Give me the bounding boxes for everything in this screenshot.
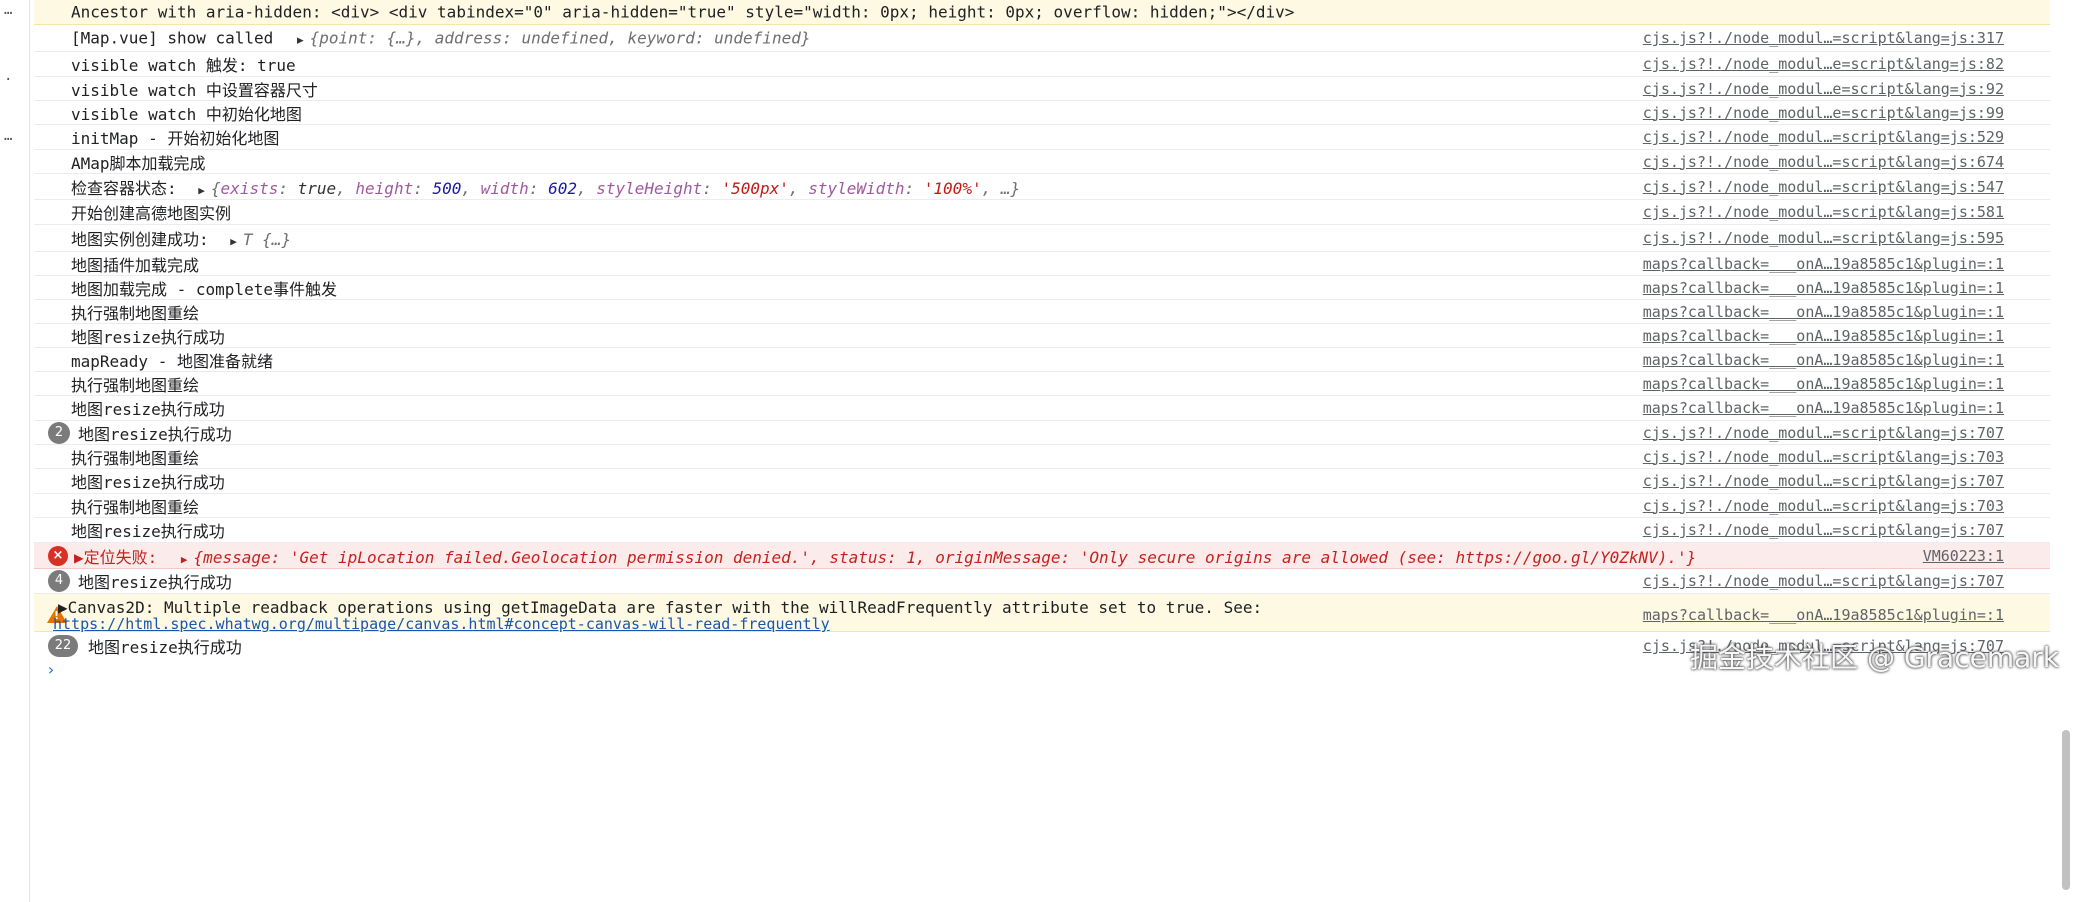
log-row-warning: ! ▶Canvas2D: Multiple readback operation… xyxy=(34,594,2050,633)
log-row: 地图resize执行成功 maps?callback=___onA…19a858… xyxy=(34,324,2050,348)
log-row: mapReady - 地图准备就绪 maps?callback=___onA…1… xyxy=(34,348,2050,372)
log-message: visible watch 中初始化地图 xyxy=(71,104,302,124)
error-icon: × xyxy=(48,545,68,566)
log-message: 地图插件加载完成 xyxy=(71,255,200,275)
source-link[interactable]: cjs.js?!./node_modul…=script&lang=js:529 xyxy=(1643,128,2004,146)
log-message: 检查容器状态: ▶ {exists: true, height: 500, wid… xyxy=(71,175,1020,199)
repeat-count-badge: 4 xyxy=(48,570,70,592)
log-text: 检查容器状态: xyxy=(71,178,177,198)
source-link[interactable]: cjs.js?!./node_modul…=script&lang=js:674 xyxy=(1643,153,2004,171)
source-link[interactable]: VM60223:1 xyxy=(1923,547,2004,565)
console-log: Ancestor with aria-hidden: <div> <div ta… xyxy=(34,0,2050,902)
log-message: 执行强制地图重绘 xyxy=(71,497,200,517)
console-prompt-icon[interactable]: › xyxy=(46,660,56,679)
log-row: 地图resize执行成功 maps?callback=___onA…19a858… xyxy=(34,396,2050,421)
source-link[interactable]: cjs.js?!./node_modul…=script&lang=js:707 xyxy=(1643,472,2004,490)
repeat-count-badge: 22 xyxy=(48,635,78,657)
source-link[interactable]: cjs.js?!./node_modul…e=script&lang=js:99 xyxy=(1643,104,2004,122)
log-object[interactable]: T {…} xyxy=(243,230,291,249)
source-link[interactable]: cjs.js?!./node_modul…e=script&lang=js:82 xyxy=(1643,55,2004,73)
expand-triangle-icon[interactable]: ▶ xyxy=(297,34,304,47)
expand-triangle-icon[interactable]: ▶ xyxy=(230,235,237,248)
log-message: [Map.vue] show called ▶ {point: {…}, addr… xyxy=(71,29,810,48)
source-link[interactable]: cjs.js?!./node_modul…=script&lang=js:595 xyxy=(1643,229,2004,247)
warning-doc-link[interactable]: https://html.spec.whatwg.org/multipage/c… xyxy=(53,615,830,633)
source-link[interactable]: maps?callback=___onA…19a8585c1&plugin=:1 xyxy=(1643,303,2004,321)
log-message: 地图resize执行成功 xyxy=(78,424,232,444)
log-message: AMap脚本加载完成 xyxy=(71,153,206,173)
gutter-mark: · xyxy=(4,72,13,88)
source-link[interactable]: maps?callback=___onA…19a8585c1&plugin=:1 xyxy=(1643,327,2004,345)
source-link[interactable]: maps?callback=___onA…19a8585c1&plugin=:1 xyxy=(1643,399,2004,417)
log-message: 地图resize执行成功 xyxy=(71,473,225,492)
log-message: Ancestor with aria-hidden: <div> <div ta… xyxy=(71,2,1295,22)
log-message: 执行强制地图重绘 xyxy=(71,303,200,323)
expand-triangle-icon[interactable]: ▶ xyxy=(198,184,205,197)
log-row: 执行强制地图重绘 cjs.js?!./node_modul…=script&la… xyxy=(34,445,2050,469)
source-link[interactable]: cjs.js?!./node_modul…=script&lang=js:707 xyxy=(1643,521,2004,539)
log-row-error: × ▶定位失败: ▶ {message: 'Get ipLocation fail… xyxy=(34,543,2050,569)
log-row: 地图resize执行成功 cjs.js?!./node_modul…=scrip… xyxy=(34,518,2050,543)
log-row: visible watch 中初始化地图 cjs.js?!./node_modu… xyxy=(34,101,2050,125)
source-link[interactable]: cjs.js?!./node_modul…=script&lang=js:317 xyxy=(1643,29,2004,47)
source-link[interactable]: cjs.js?!./node_modul…=script&lang=js:703 xyxy=(1643,448,2004,466)
log-message: 地图实例创建成功: ▶ T {…} xyxy=(71,226,291,250)
log-object[interactable]: {exists: true, height: 500, width: 602, … xyxy=(211,179,1020,198)
log-row: 地图实例创建成功: ▶ T {…} cjs.js?!./node_modul…=s… xyxy=(34,225,2050,252)
log-object[interactable]: {message: 'Get ipLocation failed.Geoloca… xyxy=(194,548,1697,567)
log-row: 开始创建高德地图实例 cjs.js?!./node_modul…=script&… xyxy=(34,200,2050,225)
source-link[interactable]: maps?callback=___onA…19a8585c1&plugin=:1 xyxy=(1643,279,2004,297)
source-link[interactable]: cjs.js?!./node_modul…=script&lang=js:707 xyxy=(1643,572,2004,590)
log-text[interactable]: ▶定位失败: xyxy=(74,548,157,567)
log-row: AMap脚本加载完成 cjs.js?!./node_modul…=script&… xyxy=(34,150,2050,174)
gutter-mark: … xyxy=(4,128,13,144)
log-message: 地图resize执行成功 xyxy=(88,638,242,657)
log-message: visible watch 中设置容器尺寸 xyxy=(71,80,318,100)
log-message: 地图resize执行成功 xyxy=(71,522,225,541)
log-row: visible watch 触发: true cjs.js?!./node_mo… xyxy=(34,52,2050,77)
log-message: 执行强制地图重绘 xyxy=(71,375,200,395)
log-row: 执行强制地图重绘 cjs.js?!./node_modul…=script&la… xyxy=(34,494,2050,518)
log-row: visible watch 中设置容器尺寸 cjs.js?!./node_mod… xyxy=(34,77,2050,101)
log-row-warning: Ancestor with aria-hidden: <div> <div ta… xyxy=(34,0,2050,25)
log-row: 检查容器状态: ▶ {exists: true, height: 500, wid… xyxy=(34,174,2050,200)
log-message: 地图resize执行成功 xyxy=(71,400,225,419)
log-message: 地图resize执行成功 xyxy=(71,327,225,347)
source-link[interactable]: cjs.js?!./node_modul…=script&lang=js:547 xyxy=(1643,178,2004,196)
gutter-mark: … xyxy=(4,2,13,18)
log-text: 地图实例创建成功: xyxy=(71,230,209,249)
source-link[interactable]: cjs.js?!./node_modul…=script&lang=js:703 xyxy=(1643,497,2004,515)
watermark: 掘金技术社区 @ Gracemark xyxy=(1690,641,2059,674)
vertical-scrollbar[interactable] xyxy=(2062,730,2070,890)
log-row: 执行强制地图重绘 maps?callback=___onA…19a8585c1&… xyxy=(34,372,2050,396)
left-gutter: … · … xyxy=(0,0,30,902)
log-message: initMap - 开始初始化地图 xyxy=(71,129,280,148)
log-message: ▶定位失败: ▶ {message: 'Get ipLocation failed… xyxy=(74,544,1696,568)
source-link[interactable]: maps?callback=___onA…19a8585c1&plugin=:1 xyxy=(1643,351,2004,369)
log-message: 执行强制地图重绘 xyxy=(71,448,200,468)
log-row-repeated: 4 地图resize执行成功 cjs.js?!./node_modul…=scr… xyxy=(34,569,2050,594)
repeat-count-badge: 2 xyxy=(48,421,70,444)
log-object[interactable]: {point: {…}, address: undefined, keyword… xyxy=(310,29,811,48)
source-link[interactable]: maps?callback=___onA…19a8585c1&plugin=:1 xyxy=(1643,255,2004,273)
source-link[interactable]: cjs.js?!./node_modul…=script&lang=js:581 xyxy=(1643,203,2004,221)
source-link[interactable]: cjs.js?!./node_modul…=script&lang=js:707 xyxy=(1643,424,2004,442)
log-row: initMap - 开始初始化地图 cjs.js?!./node_modul…=… xyxy=(34,125,2050,150)
log-text: [Map.vue] show called xyxy=(71,28,274,48)
source-link[interactable]: cjs.js?!./node_modul…e=script&lang=js:92 xyxy=(1643,80,2004,98)
log-row: 地图加载完成 - complete事件触发 maps?callback=___o… xyxy=(34,276,2050,300)
log-message: 地图resize执行成功 xyxy=(78,573,232,592)
log-row: [Map.vue] show called ▶ {point: {…}, addr… xyxy=(34,25,2050,52)
log-message: visible watch 触发: true xyxy=(71,56,296,75)
log-row: 地图插件加载完成 maps?callback=___onA…19a8585c1&… xyxy=(34,252,2050,276)
log-row: 地图resize执行成功 cjs.js?!./node_modul…=scrip… xyxy=(34,469,2050,494)
log-message: mapReady - 地图准备就绪 xyxy=(71,351,273,371)
expand-triangle-icon[interactable]: ▶ xyxy=(181,553,188,566)
log-message: 开始创建高德地图实例 xyxy=(71,204,232,223)
log-row: 执行强制地图重绘 maps?callback=___onA…19a8585c1&… xyxy=(34,300,2050,324)
log-row-repeated: 2 地图resize执行成功 cjs.js?!./node_modul…=scr… xyxy=(34,421,2050,445)
log-message: 地图加载完成 - complete事件触发 xyxy=(71,279,337,299)
source-link[interactable]: maps?callback=___onA…19a8585c1&plugin=:1 xyxy=(1643,375,2004,393)
source-link[interactable]: maps?callback=___onA…19a8585c1&plugin=:1 xyxy=(1643,606,2004,624)
